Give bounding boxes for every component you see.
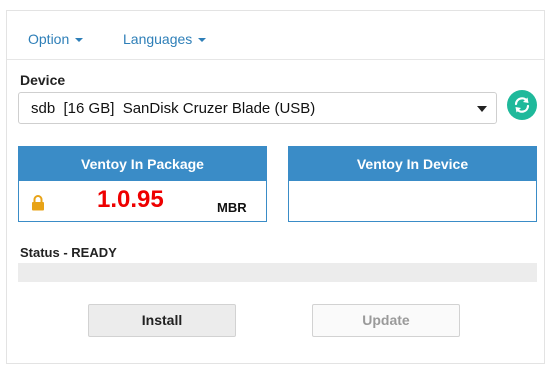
partition-style: MBR [217,200,247,215]
update-button[interactable]: Update [312,304,460,337]
ventoy-in-device-panel: Ventoy In Device [288,146,537,222]
device-select-value: sdb [16 GB] SanDisk Cruzer Blade (USB) [31,100,316,117]
option-menu[interactable]: Option [28,31,84,47]
progress-bar [18,263,537,282]
lock-icon [32,195,44,211]
languages-menu-label: Languages [123,31,193,47]
device-label: Device [20,72,66,88]
refresh-icon [514,97,530,113]
caret-down-icon [75,38,84,43]
ventoy-in-package-panel: Ventoy In Package 1.0.95 MBR [18,146,267,222]
status-text: Status - READY [20,245,117,260]
languages-menu[interactable]: Languages [123,31,207,47]
refresh-button[interactable] [507,90,537,120]
menu-bar: Option Languages [7,11,544,60]
package-version: 1.0.95 [97,186,164,213]
panel-title: Ventoy In Package [19,147,266,181]
install-button[interactable]: Install [88,304,236,337]
dropdown-arrow-icon[interactable] [477,106,487,112]
panel-title: Ventoy In Device [289,147,536,181]
option-menu-label: Option [28,31,70,47]
caret-down-icon [198,38,207,43]
ventoy-window: Option Languages Device sdb [16 GB] SanD… [6,10,545,364]
device-select[interactable]: sdb [16 GB] SanDisk Cruzer Blade (USB) [18,92,497,124]
